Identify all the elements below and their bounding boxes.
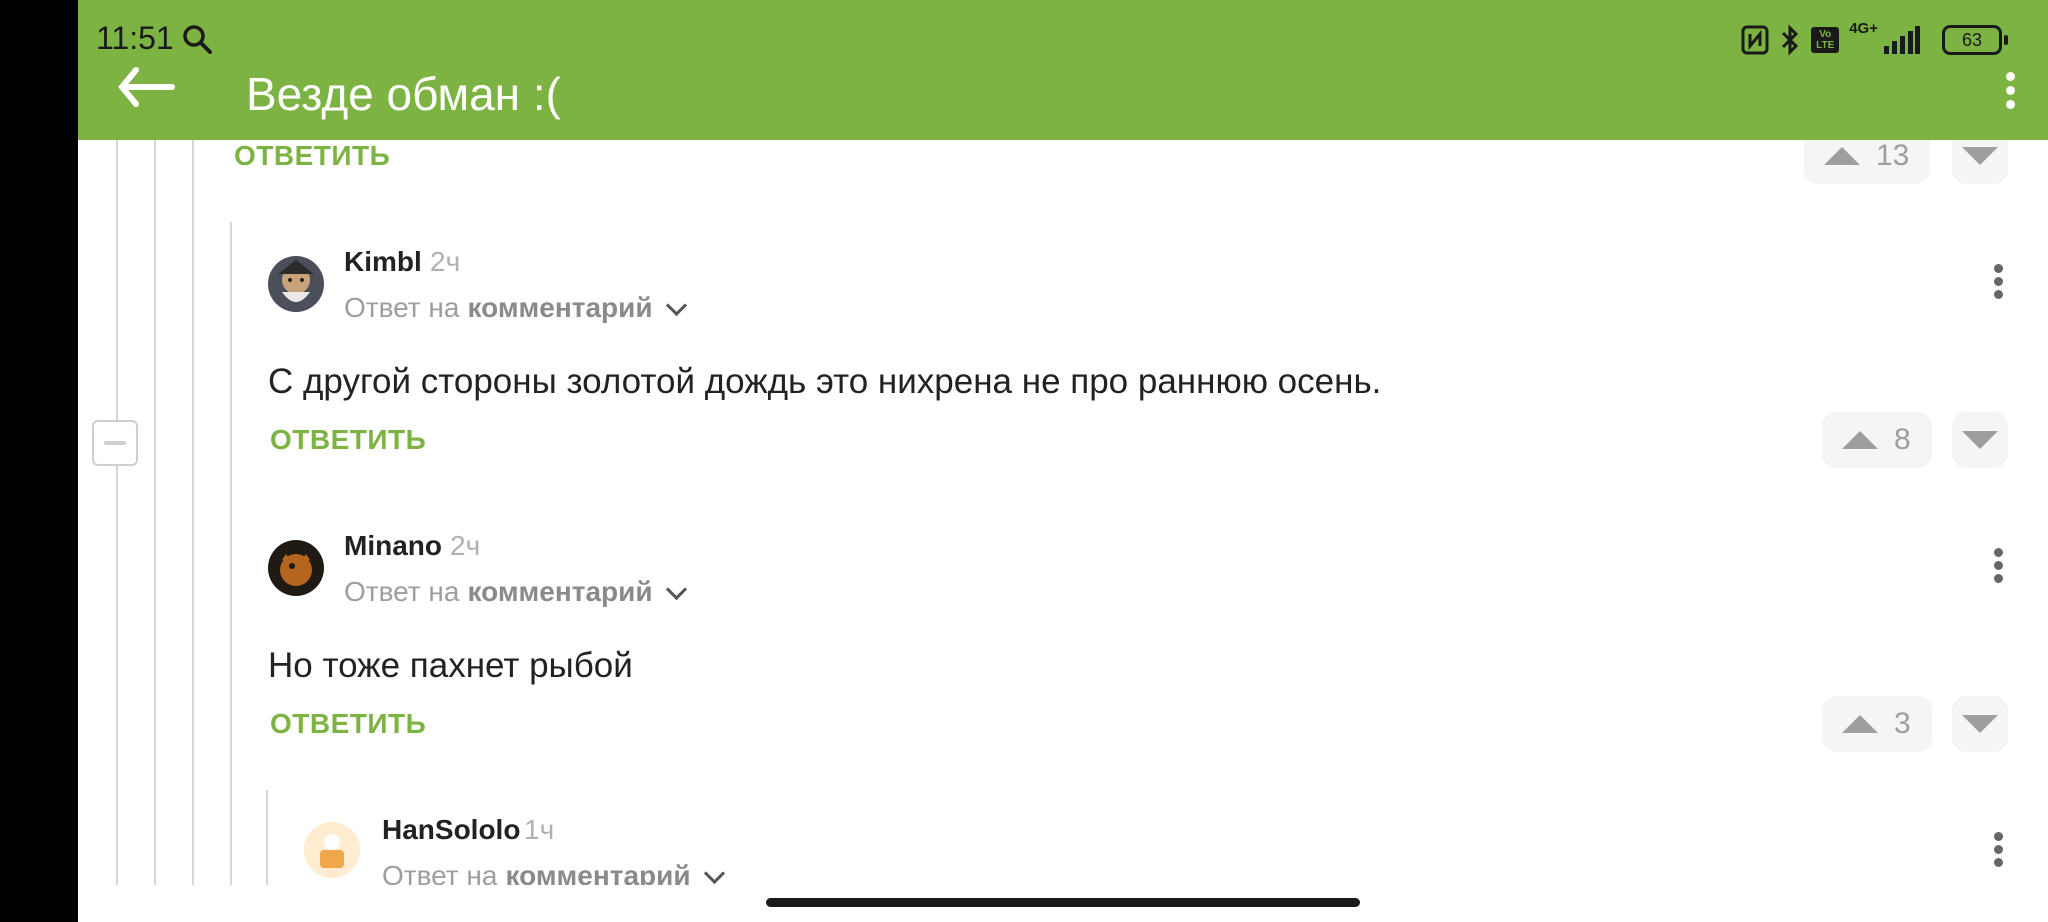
thread-line — [116, 140, 118, 885]
avatar[interactable] — [268, 540, 324, 596]
downvote-icon — [1962, 715, 1998, 733]
reply-to-target: комментарий — [467, 576, 653, 607]
chevron-down-icon — [665, 578, 687, 600]
status-time: 11:51 — [96, 20, 174, 56]
reply-button[interactable]: ОТВЕТИТЬ — [270, 708, 426, 740]
comment-author[interactable]: Kimbl — [344, 246, 422, 278]
reply-button[interactable]: ОТВЕТИТЬ — [234, 140, 390, 172]
back-arrow-icon[interactable] — [118, 62, 178, 112]
reply-to-target: комментарий — [467, 292, 653, 323]
more-vert-icon — [2002, 72, 2018, 109]
thread-line — [154, 140, 156, 885]
battery-level: 63 — [1961, 29, 1983, 50]
network-type: 4G+ — [1849, 20, 1878, 37]
comment-text: С другой стороны золотой дождь это нихре… — [268, 362, 1382, 401]
score: 3 — [1894, 707, 1911, 740]
upvote-button[interactable]: 8 — [1822, 412, 1932, 468]
volte-icon: Vo LTE — [1811, 27, 1840, 53]
score: 13 — [1876, 139, 1910, 172]
avatar[interactable] — [268, 256, 324, 312]
upvote-icon — [1824, 147, 1860, 165]
upvote-icon — [1842, 715, 1878, 733]
chevron-down-icon — [665, 294, 687, 316]
comment-author[interactable]: HanSololo — [382, 814, 520, 846]
upvote-button[interactable]: 3 — [1822, 696, 1932, 752]
page-title: Везде обман :( — [246, 68, 561, 120]
nfc-icon — [1741, 25, 1769, 55]
comment-menu-button[interactable] — [1992, 548, 2004, 588]
downvote-icon — [1962, 147, 1998, 165]
bluetooth-icon — [1782, 24, 1799, 56]
reply-to-link[interactable]: Ответ на комментарий — [344, 292, 687, 324]
signal-icon — [1884, 26, 1920, 54]
downvote-button[interactable] — [1952, 412, 2008, 468]
more-menu-button[interactable] — [2002, 72, 2018, 109]
home-indicator[interactable] — [766, 898, 1360, 907]
app-screen: ОТВЕТИТЬ 13 Kimbl 2ч Ответ на комментари… — [78, 0, 2048, 922]
battery-indicator: 63 — [1942, 25, 2008, 55]
comment-text: Но тоже пахнет рыбой — [268, 646, 633, 685]
search-icon — [183, 25, 212, 54]
comment-time: 2ч — [450, 530, 481, 561]
reply-to-prefix: Ответ на — [344, 292, 460, 323]
comment-menu-button[interactable] — [1992, 264, 2004, 304]
comment-time: 1ч — [524, 814, 555, 845]
app-bar: 11:51 Vo LTE 4G+ 63 Везде обман :( — [78, 0, 2048, 140]
status-icons: Vo LTE 4G+ 63 — [1741, 20, 2008, 60]
thread-line — [192, 140, 194, 885]
comment-menu-button[interactable] — [1992, 832, 2004, 872]
avatar[interactable] — [304, 822, 360, 878]
reply-button[interactable]: ОТВЕТИТЬ — [270, 424, 426, 456]
comment-author[interactable]: Minano — [344, 530, 442, 562]
collapse-thread-button[interactable] — [92, 420, 138, 466]
thread-line — [230, 222, 232, 885]
upvote-icon — [1842, 431, 1878, 449]
reply-to-prefix: Ответ на — [344, 576, 460, 607]
thread-line — [266, 790, 268, 885]
score: 8 — [1894, 423, 1911, 456]
comment-time: 2ч — [430, 246, 461, 277]
downvote-button[interactable] — [1952, 696, 2008, 752]
reply-to-link[interactable]: Ответ на комментарий — [344, 576, 687, 608]
chevron-down-icon — [703, 862, 725, 884]
downvote-icon — [1962, 431, 1998, 449]
